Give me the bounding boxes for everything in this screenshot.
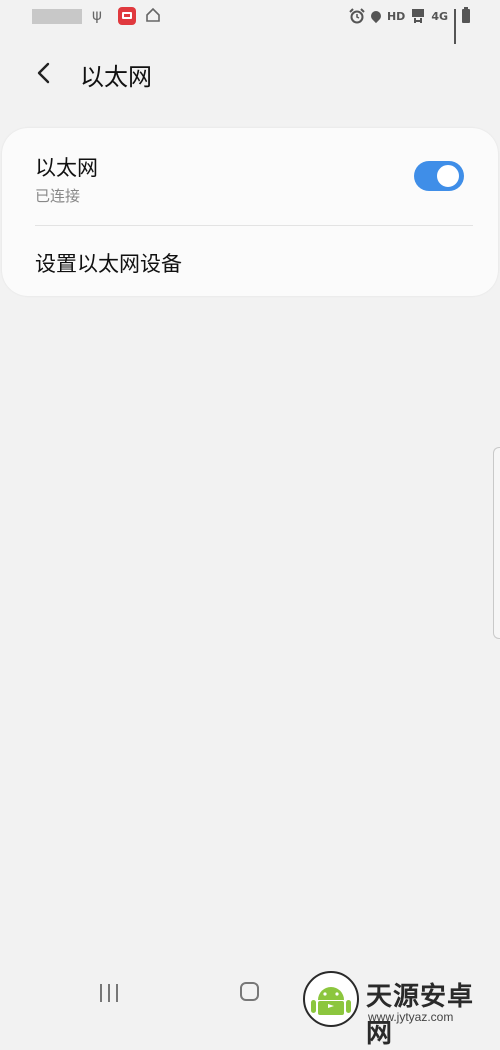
home-button[interactable] [240, 982, 259, 1001]
status-icons: HD 4G [349, 6, 470, 44]
watermark: 天源安卓网 www.jytyaz.com [302, 970, 500, 1049]
ethernet-status: 已连接 [35, 187, 81, 205]
page-title: 以太网 [80, 63, 152, 91]
back-arrow-icon[interactable] [30, 58, 58, 88]
toggle-thumb [435, 163, 461, 189]
ethernet-status-icon [412, 9, 425, 23]
app-bar: 以太网 [0, 44, 500, 104]
settings-card: 以太网 已连接 设置以太网设备 [2, 128, 498, 296]
blurred-notification [32, 9, 82, 24]
edge-panel-handle[interactable] [493, 447, 500, 639]
ethernet-title: 以太网 [35, 156, 98, 180]
battery-icon [462, 7, 470, 23]
usb-icon: ψ [92, 6, 102, 24]
setup-ethernet-row[interactable]: 设置以太网设备 [2, 226, 498, 296]
signal-icon [454, 9, 456, 44]
recent-apps-button[interactable] [100, 984, 118, 1002]
status-bar: ψ HD 4G [0, 0, 500, 44]
watermark-url: www.jytyaz.com [368, 1010, 454, 1024]
hd-label: HD [386, 9, 406, 23]
location-icon [368, 8, 384, 24]
home-notification-icon [146, 7, 160, 22]
ethernet-toggle[interactable] [414, 161, 464, 191]
setup-ethernet-title: 设置以太网设备 [35, 252, 182, 276]
app-notification-icon [118, 7, 136, 25]
ethernet-row[interactable]: 以太网 已连接 [2, 128, 498, 225]
network-type-label: 4G [431, 9, 448, 23]
alarm-icon [349, 8, 365, 24]
android-logo-icon [303, 971, 359, 1027]
